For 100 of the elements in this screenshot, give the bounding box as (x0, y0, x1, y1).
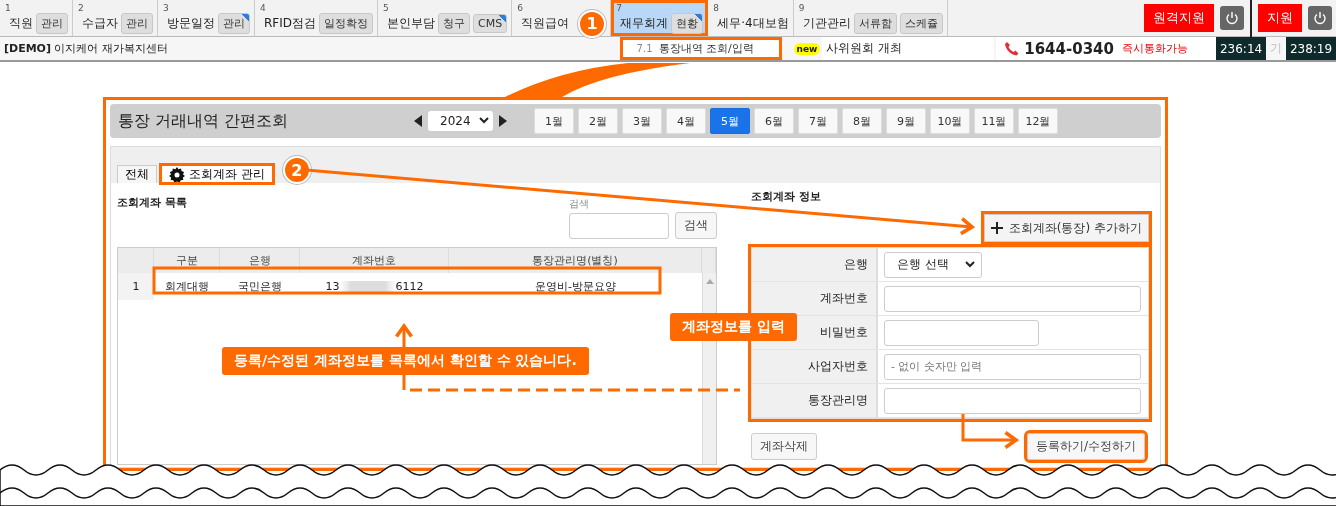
save-button[interactable]: 등록하기/수정하기 (1026, 433, 1145, 460)
session-timer: 236:14 (1216, 37, 1267, 60)
phone-icon (1004, 40, 1021, 57)
menu-label: 기관관리 (802, 15, 851, 32)
column-header: 계좌번호 (300, 248, 449, 273)
menu-group[interactable]: 4 RFID점검 일정확정 (255, 0, 379, 36)
table-cell-text: 국민은행 (237, 279, 283, 295)
submenu-button[interactable]: 일정확정 (319, 13, 374, 34)
delete-account-button[interactable]: 계좌삭제 (751, 433, 817, 460)
menu-label: RFID점검 (264, 15, 317, 32)
month-button[interactable]: 7월 (798, 108, 838, 134)
submenu-button[interactable]: 관리 (218, 13, 250, 34)
month-button[interactable]: 5월 (710, 108, 750, 134)
field-label: 통장관리명 (752, 384, 878, 417)
menu-group[interactable]: 2 수급자 관리 (73, 0, 158, 36)
menu-group[interactable]: 7 재무회계 현황 (611, 0, 709, 36)
add-account-button[interactable]: 조회계좌(통장) 추가하기 (983, 214, 1149, 242)
month-button[interactable]: 11월 (974, 108, 1014, 134)
search-field[interactable] (569, 213, 669, 239)
year-select[interactable]: 2024 (428, 111, 493, 131)
menu-number: 6 (517, 3, 524, 13)
month-button[interactable]: 1월 (534, 108, 574, 134)
phone-status: 즉시통화가능 (1121, 41, 1188, 56)
month-button[interactable]: 2월 (578, 108, 618, 134)
menu-label: 방문일정 (167, 15, 215, 32)
power-icon (1225, 11, 1239, 25)
plus-icon (990, 222, 1003, 234)
menu-group[interactable]: 3 방문일정 관리 (158, 0, 255, 36)
submenu-button[interactable]: 서류함 (853, 13, 897, 34)
submenu-button[interactable]: CMS (473, 14, 508, 33)
input-field[interactable]: - 없이 숫자만 입력 (884, 353, 1141, 380)
remote-support-button[interactable]: 원격지원 (1144, 4, 1214, 32)
power-icon (1313, 11, 1327, 25)
step-badge: 2 (282, 156, 311, 184)
menu-number: 9 (798, 3, 806, 13)
table-cell-text: 운영비-방문요양 (534, 279, 617, 295)
menu-label: 수급자 (82, 15, 118, 32)
gear-icon (169, 166, 185, 183)
pointer-arrow (961, 414, 1018, 450)
tab[interactable]: 조회계좌 관리 (161, 165, 273, 183)
scroll-up-icon[interactable] (705, 279, 714, 284)
new-badge: new (793, 42, 821, 55)
column-header: 통장관리명(별칭) (449, 248, 702, 273)
next-icon[interactable] (498, 115, 507, 127)
power-button[interactable] (1220, 6, 1244, 30)
submenu-button[interactable]: 관리 (121, 13, 153, 34)
menu-number: 4 (260, 3, 267, 13)
notice-ticker: 사위원회 개최 (822, 37, 995, 60)
section-title: 조회계좌 목록 (117, 195, 187, 211)
month-button[interactable]: 10월 (930, 108, 970, 134)
input-field[interactable] (884, 285, 1141, 312)
submenu-button[interactable]: 스케쥴 (899, 13, 943, 34)
column-header: 구분 (154, 248, 220, 273)
submenu-button[interactable]: 관리 (36, 13, 68, 34)
session-timer: 238:19 (1286, 37, 1336, 60)
previous-icon[interactable] (414, 115, 422, 127)
chevron-down-icon (478, 117, 489, 125)
menu-group[interactable]: 9 기관관리 서류함 스케쥴 (793, 0, 948, 36)
menu-label: 본인부담 (387, 15, 436, 32)
field-label: 은행 (752, 248, 878, 281)
menu-number: 5 (383, 3, 390, 13)
month-button[interactable]: 9월 (886, 108, 926, 134)
month-button[interactable]: 3월 (622, 108, 662, 134)
submenu-button[interactable]: 현황 (671, 13, 704, 34)
center-name: [DEMO] 이지케어 재가복지센터 (3, 41, 169, 57)
panel-title: 통장 거래내역 간편조회 (117, 110, 290, 132)
remote-support-button[interactable]: 지원 (1258, 4, 1302, 32)
menu-label: 직원급여 (521, 15, 570, 32)
month-button[interactable]: 4월 (666, 108, 706, 134)
month-button[interactable]: 12월 (1018, 108, 1058, 134)
menu-group[interactable]: 1 직원 관리 (0, 0, 73, 36)
phone-number: 1644-0340 (1024, 39, 1114, 58)
callout-tooltip: 등록/수정된 계좌정보를 목록에서 확인할 수 있습니다. (222, 347, 589, 375)
chevron-down-icon (964, 260, 975, 269)
menu-group[interactable]: 5 본인부담 청구 CMS (378, 0, 513, 36)
menu-label: 직원 (9, 15, 33, 32)
table-cell-text: 회계대행 (164, 279, 210, 295)
column-header: 은행 (220, 248, 300, 273)
table-cell: 13 (325, 280, 340, 293)
input-field[interactable] (884, 319, 1039, 346)
input-field[interactable] (884, 387, 1141, 414)
search-button[interactable]: 검색 (675, 212, 717, 239)
bank-select[interactable]: 은행 선택 (884, 251, 982, 278)
section-title: 조회계좌 정보 (751, 189, 822, 204)
menu-number: 2 (78, 3, 85, 13)
menu-group[interactable]: 8 세무·4대보험 (708, 0, 794, 36)
tab[interactable]: 전체 (117, 165, 157, 183)
search-label: 검색 (569, 197, 590, 211)
field-label: 계좌번호 (752, 282, 878, 315)
month-button[interactable]: 6월 (754, 108, 794, 134)
menu-number: 8 (713, 3, 720, 13)
submenu-item[interactable]: 7.1 통장내역 조회/입력 (619, 37, 782, 60)
table-cell: 6112 (395, 280, 424, 293)
row-number: 1 (118, 273, 154, 300)
menu-number: 3 (163, 3, 170, 13)
field-label: 사업자번호 (752, 350, 878, 383)
month-button[interactable]: 8월 (842, 108, 882, 134)
power-button[interactable] (1308, 6, 1332, 30)
submenu-button[interactable]: 청구 (438, 13, 471, 34)
menu-number: 1 (5, 3, 12, 13)
